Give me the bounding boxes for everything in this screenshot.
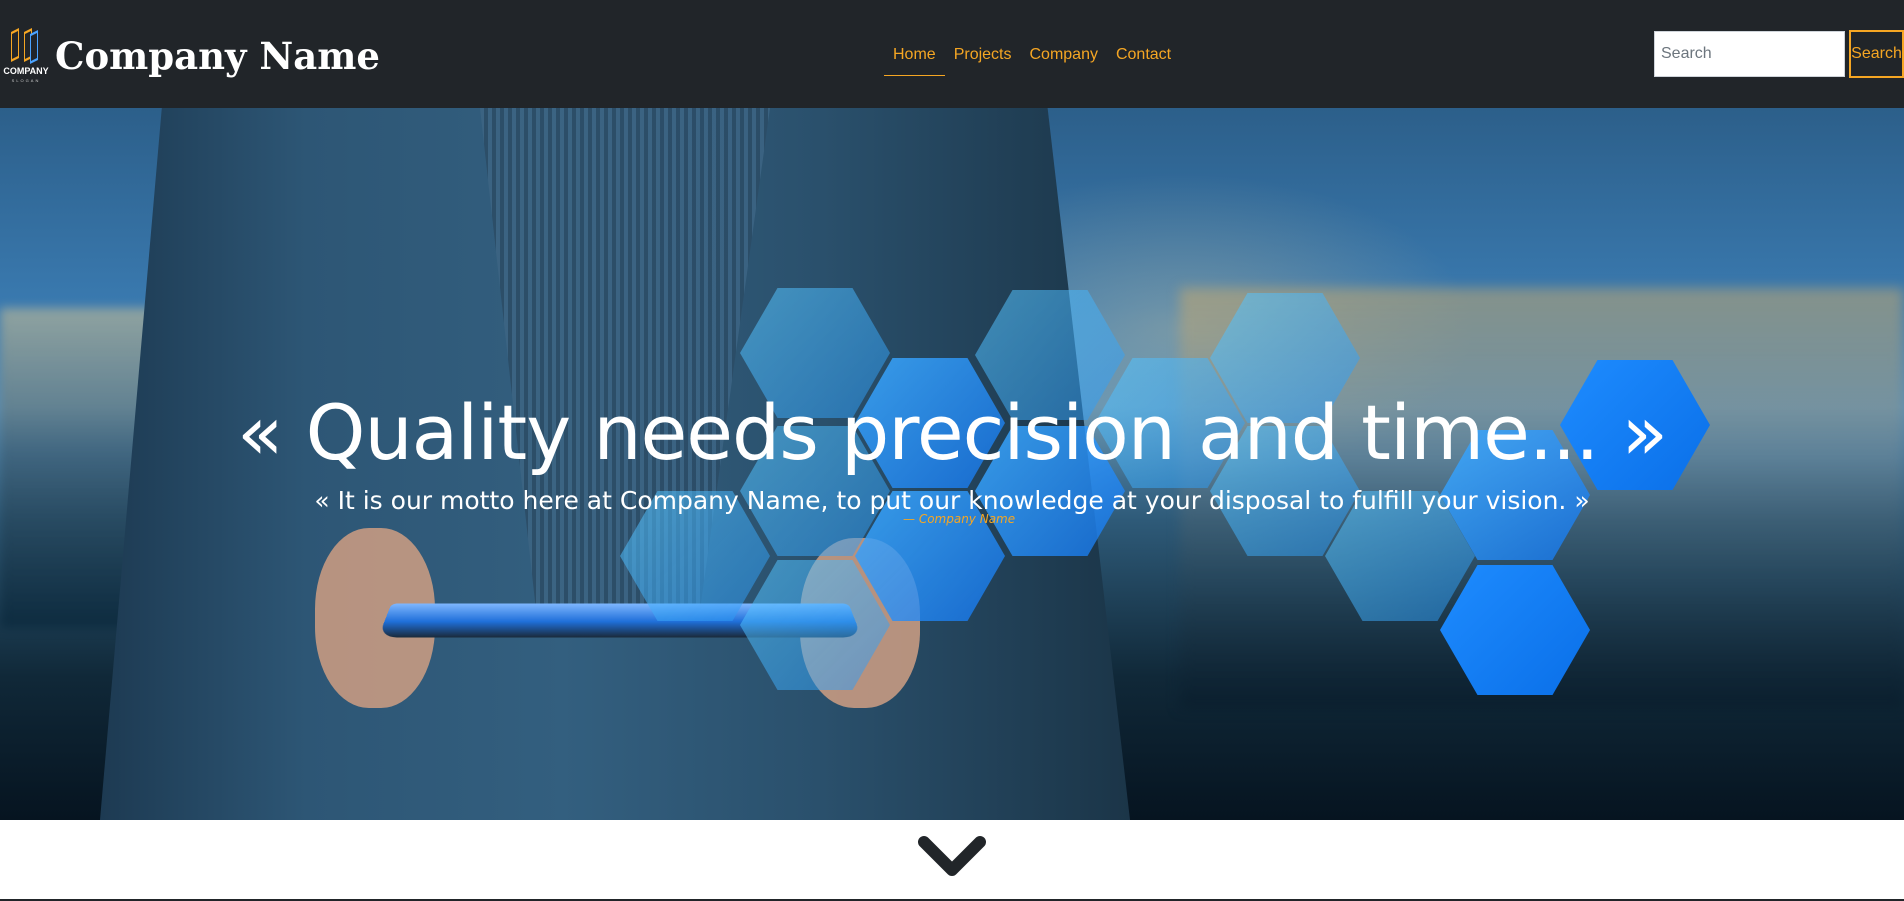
hero-title: « Quality needs precision and time... » bbox=[236, 388, 1668, 477]
logo-slogan: SLOGAN bbox=[12, 78, 41, 83]
hero-subtitle: « It is our motto here at Company Name, … bbox=[314, 486, 1590, 515]
brand-name: Company Name bbox=[55, 34, 380, 78]
company-logo-icon: COMPANY SLOGAN bbox=[3, 28, 49, 83]
navbar: COMPANY SLOGAN Company Name Home Project… bbox=[0, 0, 1904, 108]
search-input[interactable] bbox=[1654, 31, 1845, 77]
nav-link-home[interactable]: Home bbox=[884, 40, 945, 76]
hero-quote-author: — Company Name bbox=[903, 512, 1016, 526]
nav-link-contact[interactable]: Contact bbox=[1107, 40, 1180, 76]
search-button[interactable]: Search bbox=[1849, 30, 1904, 78]
logo-text: COMPANY bbox=[3, 66, 48, 76]
hero-banner: « Quality needs precision and time... » … bbox=[0, 108, 1904, 820]
nav-link-projects[interactable]: Projects bbox=[945, 40, 1021, 76]
main-nav: Home Projects Company Contact bbox=[884, 40, 1180, 76]
scroll-section bbox=[0, 820, 1904, 899]
nav-link-company[interactable]: Company bbox=[1020, 40, 1106, 76]
chevron-down-icon[interactable] bbox=[916, 834, 988, 882]
